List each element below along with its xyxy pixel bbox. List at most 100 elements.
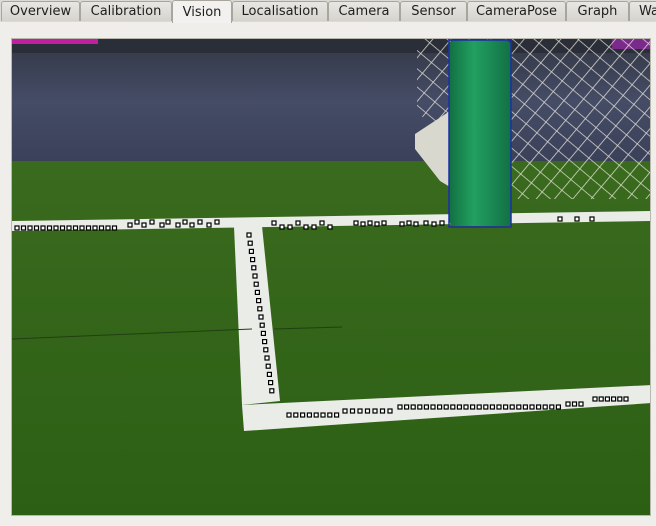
line-point-marker <box>251 265 257 271</box>
line-point-marker <box>66 225 72 231</box>
line-point-marker <box>250 257 256 263</box>
line-point-marker <box>423 404 429 410</box>
line-point-marker <box>404 404 410 410</box>
line-point-marker <box>53 225 59 231</box>
line-point-marker <box>134 219 140 225</box>
tab-vision[interactable]: Vision <box>172 0 232 23</box>
line-point-marker <box>27 225 33 231</box>
line-point-marker <box>476 404 482 410</box>
line-point-marker <box>353 220 359 226</box>
line-point-marker <box>535 404 542 410</box>
line-point-marker <box>379 408 386 414</box>
camera-frame <box>12 39 650 515</box>
line-point-marker <box>306 412 312 418</box>
line-point-marker <box>264 355 270 361</box>
line-point-marker <box>397 404 403 410</box>
line-point-marker <box>197 219 203 225</box>
line-point-marker <box>483 404 489 410</box>
line-point-marker <box>256 298 262 304</box>
camera-image-view[interactable] <box>11 38 651 516</box>
line-point-marker <box>589 216 595 222</box>
line-point-marker <box>578 401 584 407</box>
tab-overview[interactable]: Overview <box>1 1 80 21</box>
line-point-marker <box>410 404 416 410</box>
line-point-marker <box>565 401 571 407</box>
line-point-marker <box>604 396 611 402</box>
line-point-marker <box>327 412 333 418</box>
line-point-marker <box>489 404 495 410</box>
line-point-marker <box>40 225 46 231</box>
line-point-marker <box>253 281 259 287</box>
line-point-marker <box>20 225 27 231</box>
line-point-marker <box>571 401 578 407</box>
line-point-marker <box>406 220 412 226</box>
line-point-marker <box>258 314 264 320</box>
line-point-marker <box>610 396 617 402</box>
line-point-marker <box>430 404 436 410</box>
line-point-marker <box>247 240 253 246</box>
line-point-marker <box>85 225 92 231</box>
line-point-marker <box>437 404 443 410</box>
line-point-marker <box>252 273 258 279</box>
line-point-marker <box>295 220 301 226</box>
line-point-marker <box>265 363 271 369</box>
line-point-marker <box>271 220 277 226</box>
line-point-marker <box>463 404 469 410</box>
line-point-marker <box>287 224 293 230</box>
line-point-marker <box>260 330 266 336</box>
line-point-marker <box>549 404 555 410</box>
tab-calibration[interactable]: Calibration <box>80 1 172 21</box>
line-point-marker <box>206 222 212 228</box>
tab-camerapose[interactable]: CameraPose <box>467 1 566 21</box>
line-point-marker <box>33 225 40 231</box>
line-point-marker <box>182 219 188 225</box>
line-point-marker <box>522 404 528 410</box>
line-point-marker <box>360 221 366 227</box>
line-point-marker <box>592 396 598 402</box>
line-point-marker <box>319 220 325 226</box>
line-point-marker <box>542 404 548 410</box>
line-point-marker <box>14 225 20 231</box>
line-point-marker <box>399 221 405 227</box>
line-point-marker <box>269 388 275 394</box>
line-point-marker <box>303 224 309 230</box>
line-point-marker <box>262 339 268 345</box>
line-point-marker <box>79 225 85 231</box>
line-point-marker <box>623 396 629 402</box>
line-point-marker <box>300 412 306 418</box>
line-point-marker <box>598 396 604 402</box>
line-point-marker <box>268 380 274 386</box>
line-point-marker <box>423 220 429 226</box>
line-point-marker <box>98 225 105 231</box>
line-point-marker <box>92 225 98 231</box>
line-point-marker <box>263 347 269 353</box>
tab-localisation[interactable]: Localisation <box>232 1 328 21</box>
line-point-marker <box>259 322 265 328</box>
tab-camera[interactable]: Camera <box>328 1 400 21</box>
tab-wa[interactable]: Wa <box>629 1 656 21</box>
line-point-marker <box>46 225 53 231</box>
line-point-marker <box>374 221 380 227</box>
line-point-marker <box>357 408 363 414</box>
line-point-marker <box>496 404 502 410</box>
line-point-marker <box>311 224 317 230</box>
line-point-marker <box>214 219 220 225</box>
line-point-marker <box>516 404 522 410</box>
line-point-marker <box>334 412 340 418</box>
line-point-marker <box>529 404 535 410</box>
line-point-marker <box>450 404 456 410</box>
line-point-marker <box>364 408 371 414</box>
tab-sensor[interactable]: Sensor <box>400 1 467 21</box>
tab-graph[interactable]: Graph <box>566 1 629 21</box>
line-point-marker <box>503 404 509 410</box>
line-point-marker <box>313 412 319 418</box>
line-point-marker <box>456 404 462 410</box>
line-point-marker <box>431 221 437 227</box>
line-point-marker <box>470 404 476 410</box>
line-point-marker <box>149 219 155 225</box>
line-point-marker <box>555 404 562 410</box>
line-point-marker <box>59 225 66 231</box>
line-point-marker <box>509 404 515 410</box>
line-point-marker <box>257 306 263 312</box>
line-point-marker <box>165 219 171 225</box>
